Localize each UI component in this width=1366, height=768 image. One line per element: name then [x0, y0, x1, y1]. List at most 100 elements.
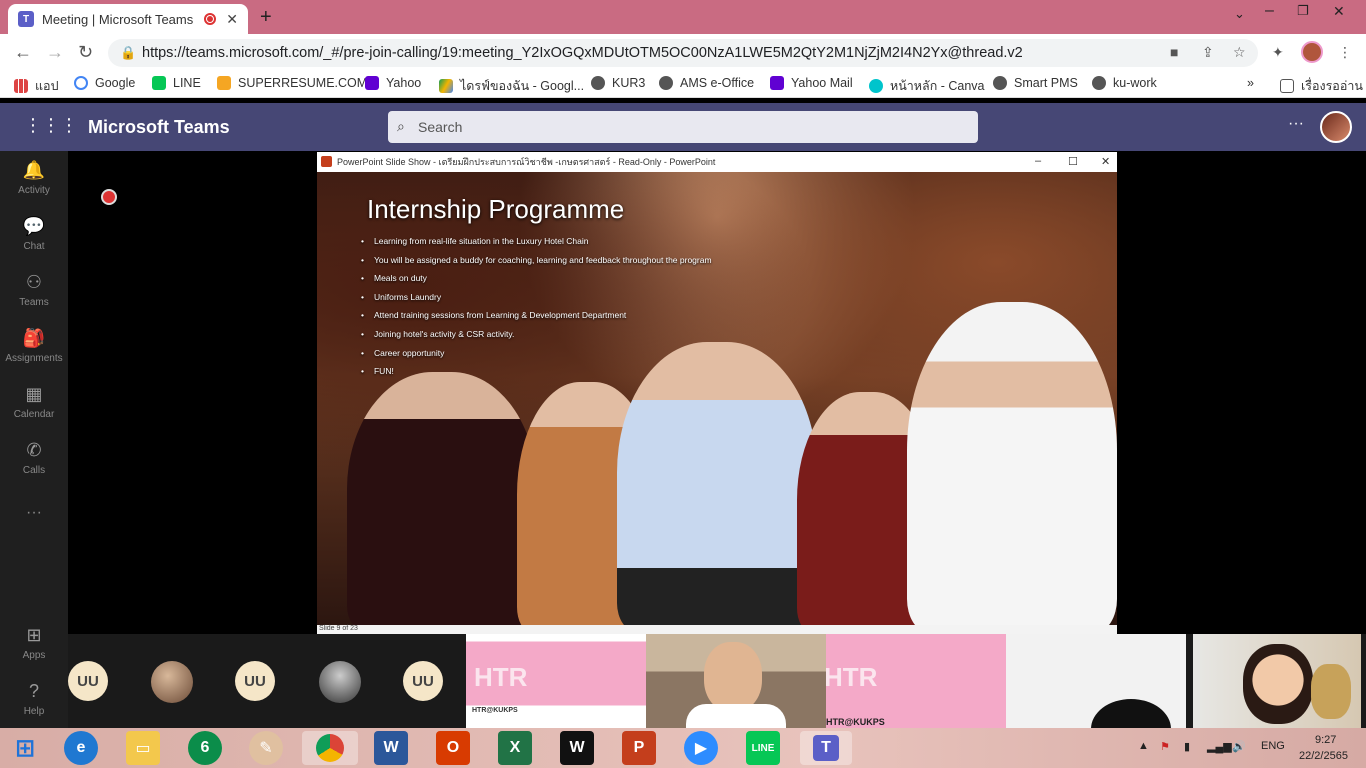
tray-chevron-icon[interactable]: ▲ [1138, 740, 1149, 752]
recording-icon [101, 189, 117, 205]
restore-button[interactable]: ❐ [1297, 3, 1309, 19]
back-button[interactable]: ← [14, 42, 32, 63]
tray-date[interactable]: 22/2/2565 [1299, 750, 1348, 762]
more-options-icon[interactable]: ··· [1288, 115, 1304, 133]
bookmark-yahoo[interactable]: Yahoo [365, 76, 421, 90]
tray-time[interactable]: 9:27 [1315, 734, 1336, 746]
address-bar[interactable]: 🔒 https://teams.microsoft.com/_#/pre-joi… [108, 39, 1258, 67]
nav-apps[interactable]: ⊞ Apps [0, 625, 68, 661]
bookmark-kur3[interactable]: KUR3 [591, 76, 645, 90]
search-input[interactable]: ⌕ Search [388, 111, 978, 143]
nav-activity[interactable]: 🔔 Activity [0, 160, 68, 196]
chrome-icon[interactable] [302, 731, 358, 765]
nav-calls[interactable]: ✆ Calls [0, 440, 68, 476]
extensions-icon[interactable]: ✦ [1272, 44, 1284, 61]
tray-network-icon[interactable]: ▂▄▆ [1207, 740, 1232, 753]
browser-toolbar: ← → ↻ 🔒 https://teams.microsoft.com/_#/p… [0, 34, 1366, 70]
video-tile-participant[interactable] [1006, 634, 1186, 728]
camera-icon[interactable]: ■ [1170, 44, 1178, 60]
bookmark-line[interactable]: LINE [152, 76, 201, 90]
file-explorer-icon[interactable]: ▭ [126, 731, 160, 765]
zoom-icon[interactable]: ▶ [684, 731, 718, 765]
user-avatar[interactable] [1320, 111, 1352, 143]
bookmark-apps[interactable]: แอป [14, 76, 59, 96]
ppt-minimize-button[interactable]: – [1035, 155, 1041, 167]
new-tab-button[interactable]: + [260, 6, 272, 29]
url-text: https://teams.microsoft.com/_#/pre-join-… [142, 45, 1023, 61]
bookmark-star-icon[interactable]: ☆ [1233, 44, 1246, 61]
app-icon[interactable]: W [560, 731, 594, 765]
close-window-button[interactable]: ✕ [1333, 3, 1345, 20]
apps-icon: ⊞ [26, 625, 42, 645]
bookmark-google[interactable]: Google [74, 76, 135, 90]
reading-list[interactable]: เรื่องรออ่าน [1280, 76, 1363, 96]
minimize-button[interactable]: – [1265, 2, 1274, 20]
slide-photo-person [907, 302, 1117, 625]
ppt-close-button[interactable]: ✕ [1101, 155, 1110, 168]
globe-icon [659, 76, 673, 90]
bookmark-yahoo-mail[interactable]: Yahoo Mail [770, 76, 853, 90]
tray-flag-icon[interactable]: ⚑ [1160, 740, 1170, 753]
office-icon[interactable]: O [436, 731, 470, 765]
teams-logo: T [813, 735, 839, 761]
tray-battery-icon[interactable]: ▮ [1184, 740, 1190, 753]
participant-avatar[interactable]: UU [235, 661, 275, 701]
bookmark-ku-work[interactable]: ku-work [1092, 76, 1157, 90]
ppt-maximize-button[interactable]: ☐ [1068, 155, 1078, 168]
excel-icon[interactable]: X [498, 731, 532, 765]
participant-avatar[interactable] [319, 661, 361, 703]
participant-avatar[interactable] [151, 661, 193, 703]
bookmark-ams[interactable]: AMS e-Office [659, 76, 754, 90]
slide-bullet: Uniforms Laundry [361, 288, 712, 307]
nav-teams[interactable]: ⚇ Teams [0, 272, 68, 308]
word-icon[interactable]: W [374, 731, 408, 765]
bookmark-smart-pms[interactable]: Smart PMS [993, 76, 1078, 90]
participant-avatar[interactable]: UU [68, 661, 108, 701]
participant-avatar[interactable]: UU [403, 661, 443, 701]
chrome-menu-icon[interactable]: ⋮ [1338, 44, 1352, 61]
browser-tab[interactable]: T Meeting | Microsoft Teams ✕ [8, 4, 248, 34]
line-icon[interactable]: LINE [746, 731, 780, 765]
apps-grid-icon [14, 79, 28, 93]
nav-calendar[interactable]: ▦ Calendar [0, 384, 68, 420]
video-tile-participant[interactable] [1193, 634, 1361, 728]
slide-bullets: Learning from real-life situation in the… [361, 232, 712, 381]
share-icon[interactable]: ⇪ [1202, 44, 1214, 61]
teams-taskbar-icon[interactable]: T [800, 731, 852, 765]
bookmark-canva[interactable]: หน้าหลัก - Canva [869, 76, 985, 96]
app-launcher-icon[interactable]: ⋮⋮⋮ [24, 115, 78, 136]
powerpoint-icon [321, 156, 332, 167]
ie-icon[interactable]: e [64, 731, 98, 765]
tab-search-icon[interactable]: ⌄ [1234, 6, 1245, 22]
nav-help[interactable]: ? Help [0, 681, 68, 717]
forward-button[interactable]: → [46, 42, 64, 63]
reload-button[interactable]: ↻ [78, 42, 93, 63]
app-icon[interactable]: 6 [188, 731, 222, 765]
more-apps-icon[interactable]: ··· [0, 504, 68, 522]
close-tab-icon[interactable]: ✕ [226, 11, 238, 28]
more-bookmarks-icon[interactable]: » [1247, 76, 1254, 90]
nav-chat[interactable]: 💬 Chat [0, 216, 68, 252]
drive-icon [439, 79, 453, 93]
slide-photo-person [617, 342, 817, 625]
line-icon [152, 76, 166, 90]
nav-assignments[interactable]: 🎒 Assignments [0, 328, 68, 364]
globe-icon [1092, 76, 1106, 90]
browser-tab-strip: T Meeting | Microsoft Teams ✕ + ⌄ – ❐ ✕ [0, 0, 1366, 34]
powerpoint-icon[interactable]: P [622, 731, 656, 765]
windows-start-icon[interactable]: ⊞ [8, 731, 42, 765]
teams-header: ⋮⋮⋮ Microsoft Teams ⌕ Search ··· [0, 103, 1366, 151]
bookmark-google-drive[interactable]: ไดรฟ์ของฉัน - Googl... [439, 76, 584, 96]
mail-icon [770, 76, 784, 90]
paint-icon[interactable]: ✎ [249, 731, 283, 765]
ppt-title-bar: PowerPoint Slide Show - เตรียมฝึกประสบกา… [317, 152, 1117, 172]
tray-volume-icon[interactable]: 🔊 [1232, 740, 1246, 753]
lock-icon[interactable]: 🔒 [120, 45, 136, 61]
video-tile-shared-screen[interactable]: HTR HTR@KUKPS [466, 634, 646, 728]
video-tile-presenter[interactable] [646, 634, 826, 728]
bookmark-superresume[interactable]: SUPERRESUME.COM [217, 76, 367, 90]
profile-avatar[interactable] [1301, 41, 1323, 63]
tray-language[interactable]: ENG [1261, 740, 1285, 752]
video-tile-shared-screen[interactable]: HTR HTR@KUKPS [826, 634, 1006, 728]
slide-title: Internship Programme [367, 194, 625, 224]
